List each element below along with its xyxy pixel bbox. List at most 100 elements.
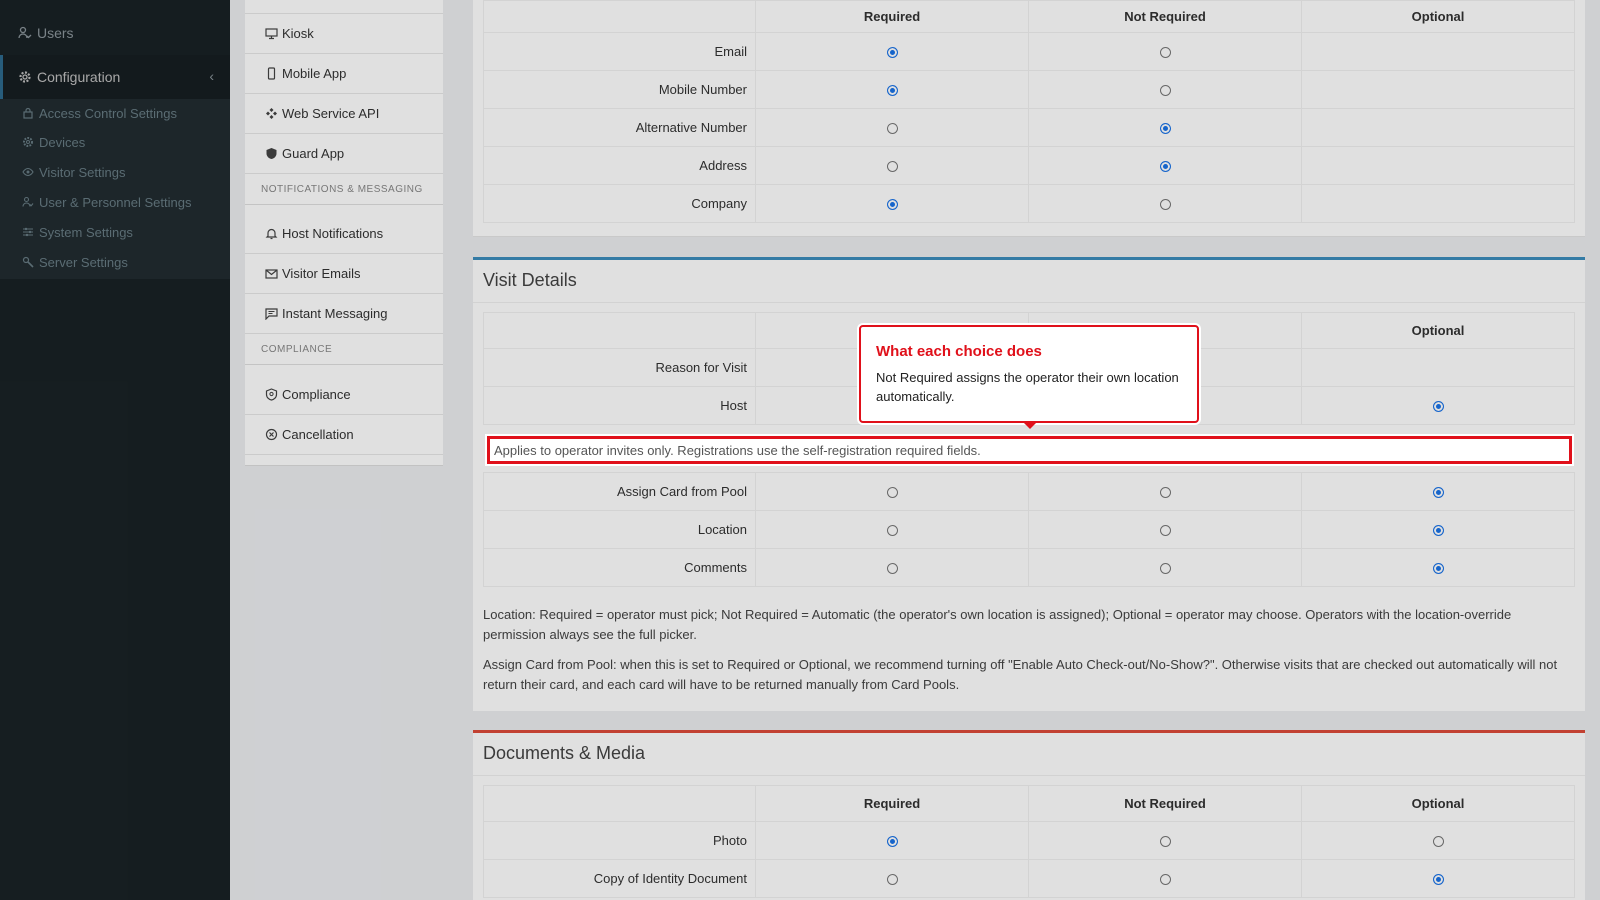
row-label: Photo	[483, 821, 756, 860]
settings-nav-label: Instant Messaging	[282, 306, 388, 321]
table-row: Assign Card from Pool	[483, 472, 1575, 511]
submenu-item-user-personnel[interactable]: User & Personnel Settings	[22, 192, 191, 212]
header-empty	[483, 0, 756, 33]
submenu-item-devices[interactable]: Devices	[22, 132, 85, 152]
settings-nav-column: Kiosk Mobile App Web Service API Guard A…	[230, 0, 473, 900]
radio-email-required[interactable]	[886, 47, 898, 59]
cancel-icon	[265, 428, 278, 441]
card-pool-help-text: Assign Card from Pool: when this is set …	[483, 657, 1558, 692]
badge-icon	[265, 388, 278, 401]
settings-nav-item-partial[interactable]	[245, 0, 443, 14]
settings-nav-label: Mobile App	[282, 66, 347, 81]
wrench-icon	[22, 256, 34, 268]
documents-media-box: Documents & Media Required Not Required …	[473, 730, 1585, 900]
radio-id-doc-not-required[interactable]	[1159, 874, 1171, 886]
radio-card-pool-optional[interactable]	[1432, 487, 1444, 499]
radio-alt-number-required[interactable]	[886, 123, 898, 135]
table-row: Address	[483, 146, 1575, 185]
title-divider	[473, 775, 1585, 776]
eye-icon	[22, 167, 34, 177]
radio-mobile-not-required[interactable]	[1159, 85, 1171, 97]
row-label: Reason for Visit	[483, 348, 756, 387]
contact-fields-box: Required Not Required Optional Email Mob…	[473, 0, 1585, 237]
chevron-left-icon[interactable]: ‹	[209, 68, 214, 84]
submenu-item-server-settings[interactable]: Server Settings	[22, 252, 128, 272]
radio-photo-not-required[interactable]	[1159, 836, 1171, 848]
visit-details-table-lower: Assign Card from Pool Location Comments	[483, 472, 1575, 587]
radio-address-required[interactable]	[886, 161, 898, 173]
table-header-row: Required Not Required Optional	[483, 0, 1575, 33]
settings-nav-label: Visitor Emails	[282, 266, 361, 281]
radio-comments-required[interactable]	[886, 563, 898, 575]
submenu-item-visitor-settings[interactable]: Visitor Settings	[22, 162, 125, 182]
tour-callout: What each choice does Not Required assig…	[859, 325, 1199, 429]
radio-card-pool-not-required[interactable]	[1159, 487, 1171, 499]
table-row: Alternative Number	[483, 108, 1575, 147]
settings-nav-item-host-notifications[interactable]: Host Notifications	[245, 214, 443, 254]
settings-nav-item-compliance[interactable]: Compliance	[245, 375, 443, 415]
monitor-icon	[265, 28, 278, 40]
radio-location-not-required[interactable]	[1159, 525, 1171, 537]
settings-nav-item-mobile-app[interactable]: Mobile App	[245, 54, 443, 94]
submenu-item-access-control[interactable]: Access Control Settings	[22, 103, 177, 123]
settings-nav-label: Kiosk	[282, 26, 314, 41]
submenu-item-system-settings[interactable]: System Settings	[22, 222, 133, 242]
settings-nav-item-visitor-emails[interactable]: Visitor Emails	[245, 254, 443, 294]
settings-nav-item-instant-messaging[interactable]: Instant Messaging	[245, 294, 443, 334]
row-label: Host	[483, 386, 756, 425]
radio-company-not-required[interactable]	[1159, 199, 1171, 211]
mobile-icon	[267, 67, 276, 80]
table-row: Company	[483, 184, 1575, 223]
settings-nav-label: Host Notifications	[282, 226, 384, 241]
row-label: Location	[483, 510, 756, 549]
callout-body: Not Required assigns the operator their …	[876, 370, 1179, 404]
row-label: Comments	[483, 548, 756, 587]
radio-comments-optional[interactable]	[1432, 563, 1444, 575]
settings-nav-heading-notifications: Notifications & Messaging	[245, 175, 443, 205]
highlighted-help-row: Applies to operator invites only. Regist…	[485, 434, 1574, 466]
shield-icon	[266, 148, 277, 159]
settings-nav-item-guard-app[interactable]: Guard App	[245, 134, 443, 174]
submenu-label: Visitor Settings	[39, 164, 126, 180]
radio-email-not-required[interactable]	[1159, 47, 1171, 59]
radio-alt-number-not-required[interactable]	[1159, 123, 1171, 135]
header-optional: Optional	[1301, 312, 1575, 349]
callout-title: What each choice does	[876, 343, 1042, 360]
radio-id-doc-required[interactable]	[886, 874, 898, 886]
location-help-text: Location: Required = operator must pick;…	[483, 607, 1512, 642]
radio-address-not-required[interactable]	[1159, 161, 1171, 173]
settings-nav-item-cancellation[interactable]: Cancellation	[245, 415, 443, 455]
settings-nav-heading-compliance: Compliance	[245, 335, 443, 365]
nav-users[interactable]: Users	[0, 11, 230, 55]
nav-users-label: Users	[37, 25, 74, 41]
bell-icon	[265, 228, 278, 240]
nav-configuration[interactable]: Configuration ‹	[0, 55, 230, 99]
settings-nav-item-kiosk[interactable]: Kiosk	[245, 14, 443, 54]
radio-host-optional[interactable]	[1432, 401, 1444, 413]
table-row: Email	[483, 32, 1575, 71]
title-divider	[473, 302, 1585, 303]
row-label: Mobile Number	[483, 70, 756, 109]
header-not-required: Not Required	[1028, 785, 1302, 822]
radio-photo-optional[interactable]	[1432, 836, 1444, 848]
settings-nav-item-web-service-api[interactable]: Web Service API	[245, 94, 443, 134]
radio-photo-required[interactable]	[886, 836, 898, 848]
submenu-label: User & Personnel Settings	[39, 194, 192, 210]
radio-id-doc-optional[interactable]	[1432, 874, 1444, 886]
nav-configuration-label: Configuration	[37, 69, 121, 85]
submenu-label: Access Control Settings	[39, 105, 178, 121]
radio-mobile-required[interactable]	[886, 85, 898, 97]
callout-arrow	[1023, 422, 1037, 429]
radio-company-required[interactable]	[886, 199, 898, 211]
radio-card-pool-required[interactable]	[886, 487, 898, 499]
radio-comments-not-required[interactable]	[1159, 563, 1171, 575]
configuration-submenu: Access Control Settings Devices Visitor …	[0, 99, 230, 279]
radio-location-required[interactable]	[886, 525, 898, 537]
radio-location-optional[interactable]	[1432, 525, 1444, 537]
header-empty	[483, 785, 756, 822]
row-label: Email	[483, 32, 756, 71]
row-label: Copy of Identity Document	[483, 859, 756, 898]
sliders-icon	[23, 227, 33, 237]
table-row: Photo	[483, 821, 1575, 860]
settings-nav: Kiosk Mobile App Web Service API Guard A…	[245, 0, 443, 466]
